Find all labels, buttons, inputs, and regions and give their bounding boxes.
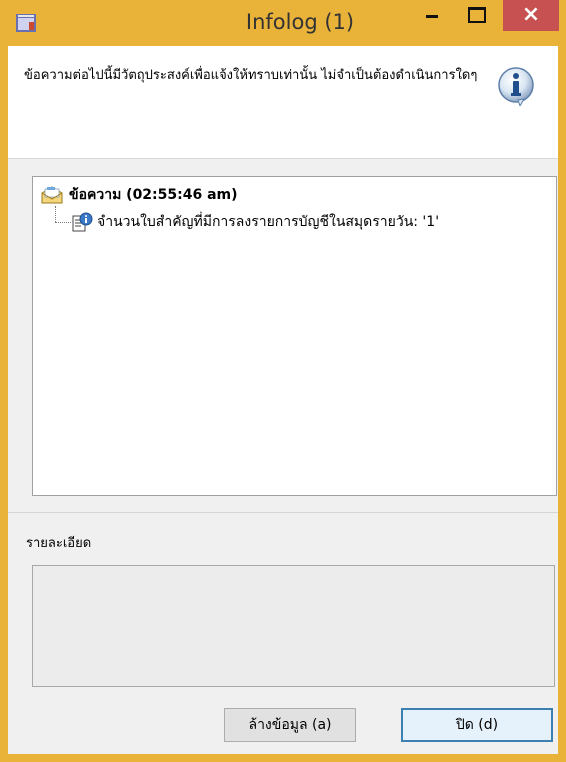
details-field[interactable] (32, 565, 555, 687)
infolog-window: Infolog (1) × ข้อความต่อไปนี้มีวัตถุประส… (0, 0, 566, 762)
info-document-icon (72, 212, 93, 232)
tree-node-message[interactable]: ข้อความ (02:55:46 am) (41, 184, 238, 206)
tree-item-label: จำนวนใบสำคัญที่มีการลงรายการบัญชีในสมุดร… (97, 214, 440, 230)
section-divider (8, 512, 558, 513)
tree-item-voucher-count[interactable]: จำนวนใบสำคัญที่มีการลงรายการบัญชีในสมุดร… (71, 211, 439, 233)
dialog-body: ข้อความต่อไปนี้มีวัตถุประสงค์เพื่อแจ้งให… (8, 46, 558, 754)
close-icon: × (521, 2, 541, 27)
message-panel: ข้อความต่อไปนี้มีวัตถุประสงค์เพื่อแจ้งให… (8, 46, 558, 159)
info-icon (498, 67, 534, 106)
message-text: ข้อความต่อไปนี้มีวัตถุประสงค์เพื่อแจ้งให… (24, 68, 478, 83)
close-window-button[interactable]: × (503, 0, 559, 31)
message-tree[interactable]: ข้อความ (02:55:46 am) จำนวนใบสำคัญที่มีก… (32, 176, 557, 496)
tree-node-label: ข้อความ (02:55:46 am) (69, 187, 238, 203)
minimize-button[interactable] (410, 0, 454, 31)
details-label: รายละเอียด (26, 536, 92, 551)
tree-connector (55, 206, 56, 222)
message-envelope-icon (41, 186, 63, 204)
maximize-button[interactable] (454, 0, 498, 31)
clear-button[interactable]: ล้างข้อมูล (a) (224, 708, 356, 742)
maximize-icon (468, 7, 486, 23)
tree-connector (55, 222, 71, 223)
minimize-icon (426, 15, 438, 18)
title-bar[interactable]: Infolog (1) × (0, 0, 566, 46)
close-button[interactable]: ปิด (d) (401, 708, 553, 742)
